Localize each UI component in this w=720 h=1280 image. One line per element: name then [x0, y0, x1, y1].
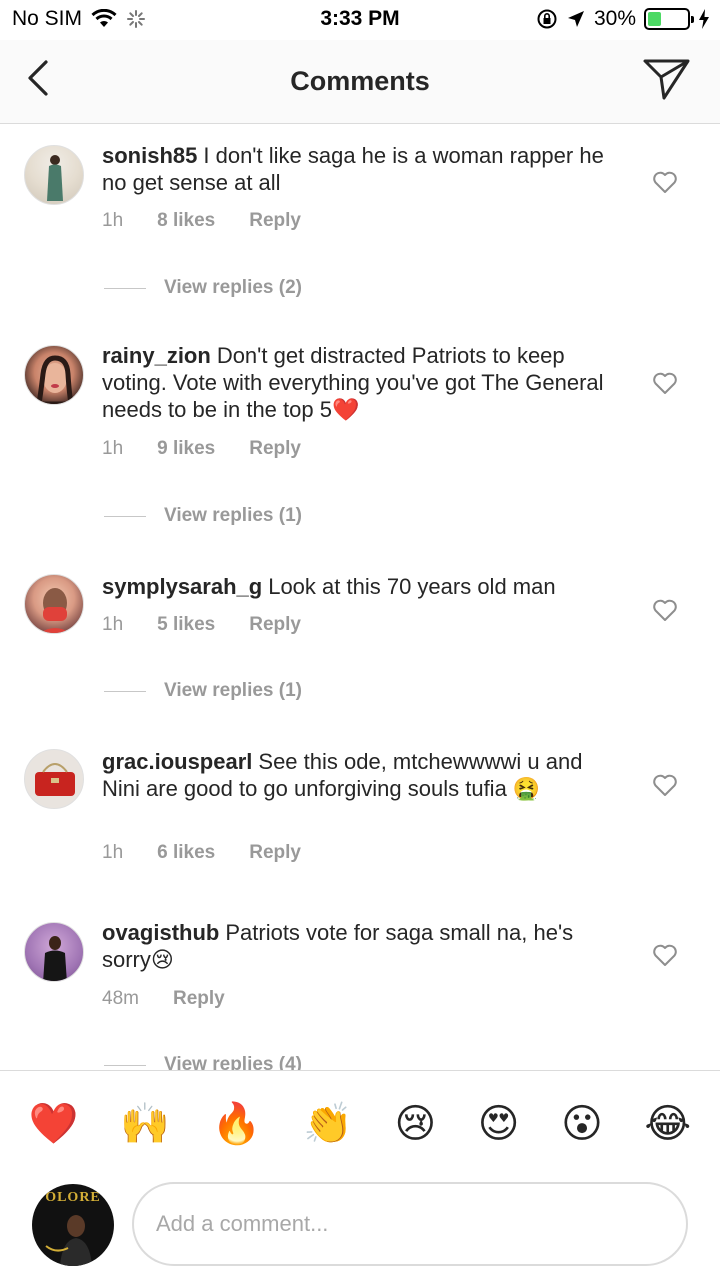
- battery-icon: [644, 8, 694, 30]
- comment-input[interactable]: [156, 1184, 656, 1264]
- clapping-hands-emoji-button[interactable]: 👏: [303, 1100, 353, 1148]
- reply-button[interactable]: Reply: [249, 614, 301, 636]
- comment-text: symplysarah_g Look at this 70 years old m…: [102, 573, 622, 600]
- avatar-logo-text: OLORE: [45, 1190, 101, 1205]
- comment-text: grac.iouspearl See this ode, mtchewwwwi u…: [102, 748, 622, 802]
- view-replies-label: View replies (1): [164, 505, 302, 526]
- avatar-image: [35, 763, 75, 796]
- divider: [104, 1064, 146, 1066]
- surprised-face-emoji-button[interactable]: 😮: [561, 1100, 603, 1148]
- battery-percent: 30%: [593, 7, 636, 30]
- view-replies-label: View replies (2): [164, 277, 302, 298]
- reply-button[interactable]: Reply: [249, 842, 301, 864]
- share-button[interactable]: [642, 56, 692, 102]
- heart-eyes-emoji-button[interactable]: 😍: [478, 1100, 520, 1148]
- comment-meta: 1h 8 likes Reply: [102, 210, 335, 232]
- comment-text: sonish85 I don't like saga he is a woman …: [102, 142, 622, 196]
- comment-text: ovagisthub Patriots vote for saga small n…: [102, 919, 622, 973]
- avatar[interactable]: [24, 749, 84, 809]
- comment-input-wrapper: [132, 1182, 688, 1266]
- tears-of-joy-emoji-button[interactable]: 😂: [644, 1100, 691, 1148]
- view-replies-label: View replies (4): [164, 1054, 302, 1070]
- comment-username[interactable]: grac.iouspearl: [102, 749, 252, 774]
- avatar[interactable]: [24, 345, 84, 405]
- divider: [104, 690, 146, 692]
- comments-header: Comments: [0, 40, 720, 124]
- raising-hands-emoji-button[interactable]: 🙌: [120, 1100, 170, 1148]
- avatar[interactable]: [24, 145, 84, 205]
- charging-bolt-icon: [699, 9, 709, 29]
- status-right: 30%: [536, 7, 710, 31]
- comment-likes[interactable]: 5 likes: [157, 614, 215, 636]
- view-replies-button[interactable]: View replies (1): [104, 505, 302, 527]
- comment-username[interactable]: sonish85: [102, 143, 197, 168]
- comment-time: 1h: [102, 842, 124, 863]
- comment-likes[interactable]: 6 likes: [157, 842, 215, 864]
- comment-meta: 1h 5 likes Reply: [102, 614, 335, 636]
- comment-time: 48m: [102, 988, 139, 1009]
- emoji-reaction-bar: ❤️ 🙌 🔥 👏 😢 😍 😮 😂: [0, 1070, 720, 1176]
- heart-icon[interactable]: [652, 598, 678, 622]
- comment-composer: OLORE: [0, 1176, 720, 1280]
- avatar-image: [36, 355, 74, 404]
- reply-button[interactable]: Reply: [173, 988, 225, 1010]
- comment-meta: 1h 9 likes Reply: [102, 438, 335, 460]
- comment-username[interactable]: ovagisthub: [102, 920, 219, 945]
- paper-plane-icon: [643, 59, 690, 100]
- comment-time: 1h: [102, 438, 124, 459]
- page-title: Comments: [290, 66, 430, 96]
- comment-time: 1h: [102, 614, 124, 635]
- view-replies-label: View replies (1): [164, 680, 302, 701]
- comment-list[interactable]: sonish85 I don't like saga he is a woman …: [0, 125, 720, 1070]
- fire-emoji-button[interactable]: 🔥: [212, 1100, 262, 1148]
- battery-fill: [648, 12, 661, 26]
- comment-username[interactable]: symplysarah_g: [102, 574, 262, 599]
- comment-username[interactable]: rainy_zion: [102, 343, 211, 368]
- avatar-image: [47, 155, 63, 201]
- avatar[interactable]: [24, 574, 84, 634]
- divider: [104, 515, 146, 517]
- comment-time: 1h: [102, 210, 124, 231]
- heart-icon[interactable]: [652, 371, 678, 395]
- view-replies-button[interactable]: View replies (4): [104, 1054, 302, 1070]
- heart-icon[interactable]: [652, 773, 678, 797]
- avatar[interactable]: [24, 922, 84, 982]
- comment-body: Look at this 70 years old man: [268, 574, 556, 599]
- heart-icon[interactable]: [652, 170, 678, 194]
- avatar-image: [43, 936, 67, 981]
- status-bar: No SIM 3:33 PM 30%: [0, 0, 720, 40]
- divider: [104, 287, 146, 289]
- view-replies-button[interactable]: View replies (2): [104, 277, 302, 299]
- avatar[interactable]: OLORE: [32, 1184, 114, 1266]
- reply-button[interactable]: Reply: [249, 210, 301, 232]
- comment-likes[interactable]: 9 likes: [157, 438, 215, 460]
- comment-meta: 48m Reply: [102, 988, 259, 1010]
- heart-emoji-button[interactable]: ❤️: [29, 1100, 79, 1148]
- comment-meta: 1h 6 likes Reply: [102, 842, 335, 864]
- heart-icon[interactable]: [652, 943, 678, 967]
- avatar-image: [39, 588, 71, 633]
- crying-face-emoji-button[interactable]: 😢: [394, 1100, 436, 1148]
- view-replies-button[interactable]: View replies (1): [104, 680, 302, 702]
- reply-button[interactable]: Reply: [249, 438, 301, 460]
- comment-likes[interactable]: 8 likes: [157, 210, 215, 232]
- rotation-lock-icon: [537, 9, 557, 29]
- location-arrow-icon: [567, 11, 584, 27]
- comment-text: rainy_zion Don't get distracted Patriots …: [102, 342, 622, 423]
